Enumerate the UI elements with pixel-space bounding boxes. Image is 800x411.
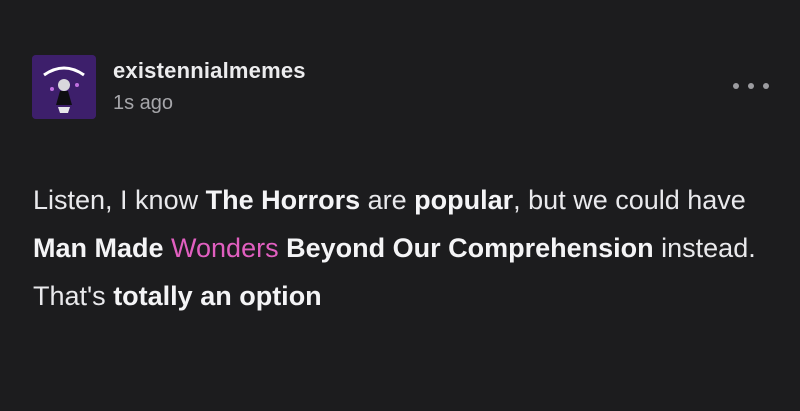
- more-horizontal-icon: [763, 83, 769, 89]
- more-horizontal-icon: [733, 83, 739, 89]
- more-horizontal-icon: [748, 83, 754, 89]
- body-text-pink: Wonders: [171, 233, 279, 263]
- body-text: are: [360, 185, 415, 215]
- body-text: Listen, I know: [33, 185, 206, 215]
- post-card: existennialmemes 1s ago Listen, I know T…: [0, 0, 800, 411]
- body-text-bold: Man Made: [33, 233, 172, 263]
- body-text-bold: Beyond Our Comprehension: [278, 233, 654, 263]
- body-text: , but we could have: [513, 185, 746, 215]
- avatar-illustration-icon: [32, 55, 96, 119]
- body-text-bold: The Horrors: [205, 185, 361, 215]
- post-timestamp: 1s ago: [113, 92, 174, 114]
- post-body: Listen, I know The Horrors are popular, …: [33, 176, 783, 320]
- more-options-button[interactable]: [731, 76, 771, 96]
- avatar[interactable]: [32, 55, 96, 119]
- username[interactable]: existennialmemes: [113, 58, 306, 84]
- body-text-bold: popular: [414, 185, 514, 215]
- body-text-bold: totally an option: [113, 281, 322, 311]
